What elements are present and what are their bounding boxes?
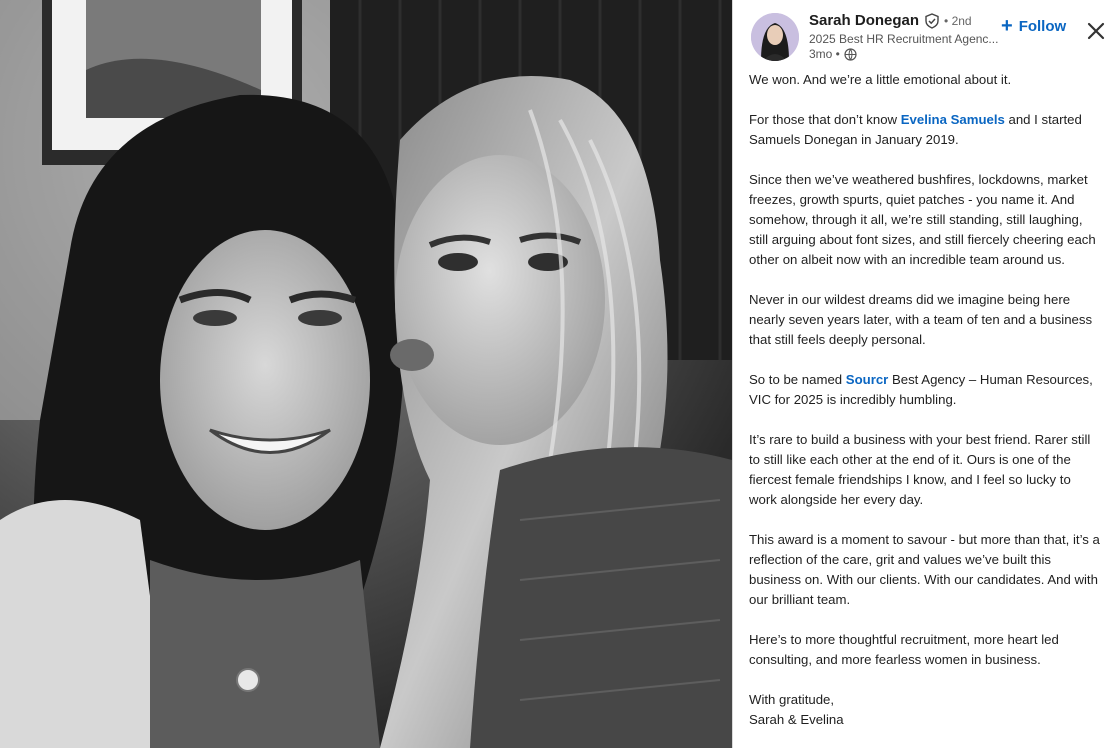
close-icon [1087, 22, 1105, 40]
post-paragraph: With gratitude, [749, 692, 835, 707]
author-name-row: Sarah Donegan • 2nd [809, 12, 972, 29]
mention-evelina-samuels[interactable]: Evelina Samuels [901, 112, 1005, 127]
plus-icon: + [1001, 15, 1013, 37]
post-meta: 3mo • [809, 47, 857, 61]
follow-button[interactable]: + Follow [1001, 16, 1066, 36]
text-span: For those that don’t know [749, 112, 901, 127]
text-span: So to be named [749, 372, 846, 387]
post-time: 3mo • [809, 47, 840, 61]
avatar[interactable] [751, 13, 799, 61]
post-paragraph: Here’s to more thoughtful recruitment, m… [749, 632, 1059, 667]
mention-sourcr[interactable]: Sourcr [846, 372, 889, 387]
post-header: Sarah Donegan • 2nd 2025 Best HR Recruit… [733, 0, 1108, 68]
verified-shield-icon [924, 12, 940, 29]
photo-image [0, 0, 732, 748]
post-photo[interactable] [0, 0, 732, 748]
globe-icon [844, 47, 857, 61]
author-headline: 2025 Best HR Recruitment Agenc... [809, 32, 999, 46]
post-panel: Sarah Donegan • 2nd 2025 Best HR Recruit… [732, 0, 1108, 748]
post-paragraph: We won. And we’re a little emotional abo… [749, 72, 1012, 87]
connection-degree: • 2nd [944, 13, 972, 28]
post-paragraph: Never in our wildest dreams did we imagi… [749, 292, 1093, 347]
post-text: We won. And we’re a little emotional abo… [749, 70, 1101, 748]
post-paragraph: This award is a moment to savour - but m… [749, 532, 1100, 607]
close-button[interactable] [1085, 20, 1107, 42]
post-paragraph: So to be named Sourcr Best Agency – Huma… [749, 370, 1101, 410]
author-name[interactable]: Sarah Donegan [809, 12, 919, 29]
avatar-image [751, 13, 799, 61]
post-paragraph: It’s rare to build a business with your … [749, 432, 1091, 507]
post-paragraph: Sarah & Evelina [749, 712, 844, 727]
follow-label: Follow [1018, 17, 1067, 35]
post-paragraph: For those that don’t know Evelina Samuel… [749, 110, 1101, 150]
post-paragraph: Since then we’ve weathered bushfires, lo… [749, 172, 1096, 267]
